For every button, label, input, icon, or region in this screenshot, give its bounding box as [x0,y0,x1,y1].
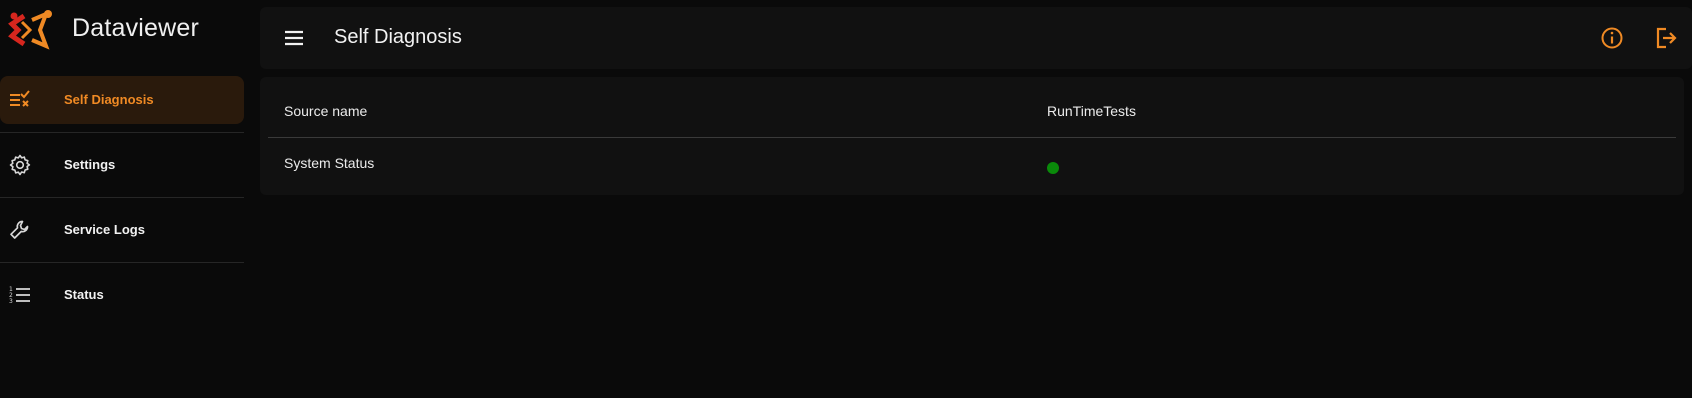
sidebar-item-label: Self Diagnosis [64,92,154,107]
sidebar-item-self-diagnosis[interactable]: Self Diagnosis [0,76,244,124]
wrench-icon [10,220,29,239]
page-title: Self Diagnosis [334,26,462,48]
status-ok-indicator [1047,162,1059,174]
sidebar-divider [0,197,244,198]
source-name-cell: System Status [284,155,375,171]
brand: Dataviewer [0,0,244,60]
app-name: Dataviewer [72,14,200,42]
gear-icon [9,154,31,176]
svg-text:3: 3 [9,298,13,305]
dataviewer-logo-icon [8,10,52,50]
sidebar-item-label: Settings [64,157,116,172]
sidebar-divider [0,262,244,263]
app-root: Dataviewer Self Diagnosis Settings Servi… [0,0,1692,398]
sidebar-item-service-logs[interactable]: Service Logs [0,206,244,254]
sidebar-item-status[interactable]: 1 2 3 Status [0,271,244,319]
column-header-runtimetests: RunTimeTests [1047,103,1136,119]
numbered-list-icon: 1 2 3 [9,286,30,305]
sidebar-item-label: Status [64,287,104,302]
hamburger-menu-icon[interactable] [282,26,306,50]
logout-icon[interactable] [1652,25,1678,51]
sidebar-nav: Self Diagnosis Settings Service Logs 1 2… [0,76,244,336]
top-app-bar: Self Diagnosis [260,7,1692,69]
sidebar: Dataviewer Self Diagnosis Settings Servi… [0,0,244,398]
checklist-icon [10,90,30,107]
diagnosis-table: Source name RunTimeTests System Status [260,77,1684,195]
sidebar-item-settings[interactable]: Settings [0,141,244,189]
column-header-source-name: Source name [284,103,368,119]
table-row: System Status [268,138,1676,195]
info-circle-icon[interactable] [1599,25,1625,51]
sidebar-item-label: Service Logs [64,222,145,237]
table-header-row: Source name RunTimeTests [268,77,1676,138]
sidebar-divider [0,132,244,133]
